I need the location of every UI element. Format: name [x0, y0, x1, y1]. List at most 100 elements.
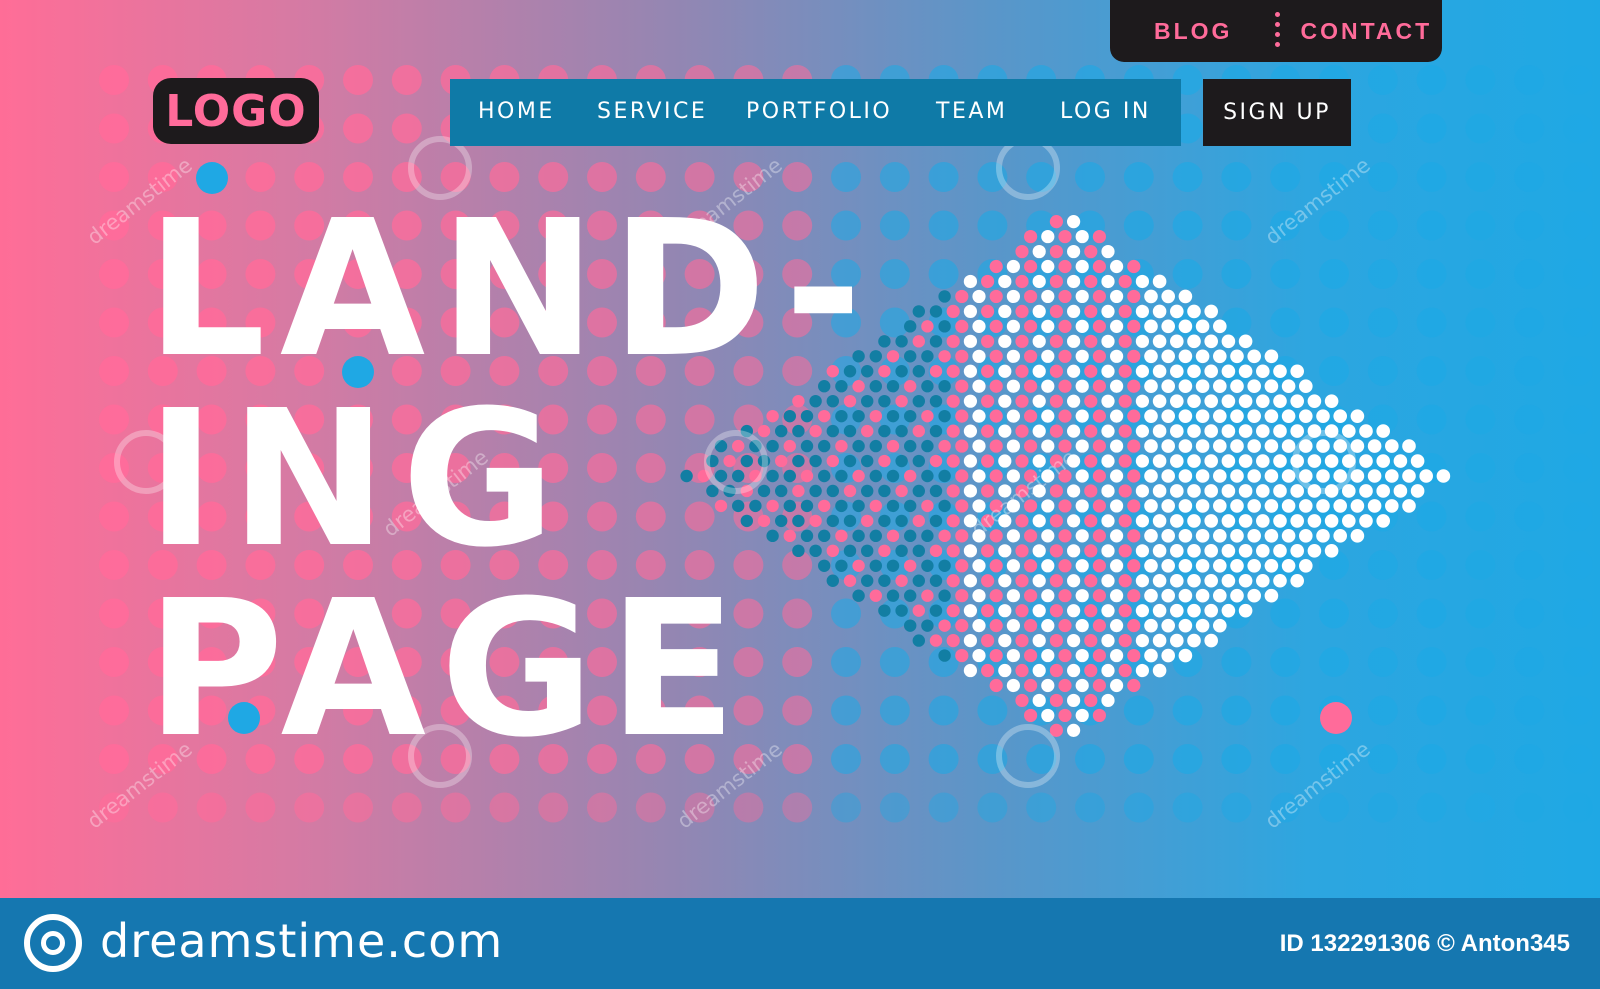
cluster-dot: [998, 634, 1012, 648]
cluster-dot: [1041, 259, 1055, 274]
cluster-dot: [955, 469, 969, 483]
cluster-dot: [1092, 708, 1106, 723]
cluster-dot: [1256, 514, 1270, 528]
cluster-dot: [972, 289, 986, 304]
background-dot: [1172, 162, 1203, 192]
cluster-dot: [1161, 648, 1175, 663]
cluster-dot: [1135, 663, 1149, 678]
cluster-dot: [1195, 319, 1210, 334]
background-dot: [99, 65, 129, 95]
cluster-dot: [1195, 588, 1210, 603]
cluster-dot: [1195, 618, 1210, 633]
cluster-dot: [1264, 349, 1279, 364]
cluster-dot: [963, 274, 978, 289]
cluster-dot: [1058, 409, 1072, 423]
cluster-dot: [904, 380, 917, 393]
cluster-dot: [1058, 648, 1072, 663]
background-dot: [196, 792, 227, 823]
cluster-dot: [749, 499, 762, 513]
cluster-dot: [878, 574, 891, 587]
logo-text: LOGO: [164, 84, 307, 138]
cluster-dot: [1118, 574, 1132, 588]
background-dot: [1416, 356, 1447, 386]
cluster-dot: [1084, 424, 1098, 438]
cluster-dot: [981, 274, 995, 289]
background-dot: [343, 65, 373, 95]
cluster-dot: [1015, 454, 1029, 468]
cluster-dot: [1324, 394, 1339, 408]
cluster-dot: [1342, 514, 1356, 528]
cluster-dot: [1118, 394, 1132, 408]
nav-item-team[interactable]: TEAM: [936, 99, 1007, 124]
cluster-dot: [1101, 424, 1115, 438]
background-dot: [1465, 210, 1496, 241]
cluster-dot: [1032, 604, 1046, 618]
cluster-dot: [1067, 634, 1081, 648]
cluster-dot: [1032, 244, 1046, 259]
background-dot: [1465, 550, 1496, 580]
background-dot: [1221, 744, 1252, 774]
cluster-dot: [1204, 424, 1218, 438]
cluster-dot: [1041, 409, 1055, 423]
cluster-dot: [989, 319, 1003, 333]
background-dot: [1514, 65, 1545, 95]
cluster-dot: [1032, 574, 1046, 588]
nav-item-home[interactable]: HOME: [478, 99, 555, 124]
cluster-dot: [792, 424, 805, 438]
nav-item-service[interactable]: SERVICE: [597, 99, 707, 124]
cluster-dot: [1178, 349, 1193, 364]
cluster-dot: [998, 574, 1012, 588]
cluster-dot: [1110, 439, 1124, 453]
cluster-dot: [783, 409, 796, 423]
cluster-dot: [955, 289, 969, 304]
cluster-dot: [1161, 558, 1175, 573]
cluster-dot: [861, 424, 874, 438]
cluster-dot: [775, 424, 788, 438]
background-dot: [1221, 259, 1252, 289]
cluster-dot: [826, 514, 839, 528]
cluster-dot: [1101, 244, 1115, 259]
cluster-dot: [1170, 334, 1184, 349]
sign-up-button[interactable]: SIGN UP: [1203, 79, 1351, 146]
site-logo[interactable]: LOGO: [153, 78, 319, 144]
background-dot: [1465, 162, 1496, 192]
cluster-dot: [1152, 334, 1167, 349]
cluster-dot: [818, 559, 831, 572]
cluster-dot: [1127, 379, 1141, 393]
cluster-dot: [1178, 588, 1193, 603]
background-dot: [928, 259, 959, 289]
cluster-dot: [989, 349, 1003, 363]
cluster-dot: [1299, 558, 1313, 573]
cluster-dot: [1230, 558, 1244, 573]
cluster-dot: [972, 379, 986, 393]
cluster-dot: [1092, 379, 1106, 393]
cluster-dot: [800, 439, 814, 453]
cluster-dot: [1092, 319, 1106, 333]
cluster-dot: [963, 334, 978, 348]
background-dot: [99, 598, 129, 629]
cluster-dot: [1195, 409, 1210, 423]
cluster-dot: [714, 499, 728, 513]
cluster-dot: [938, 439, 951, 453]
cluster-dot: [1256, 573, 1270, 588]
cluster-dot: [1092, 469, 1106, 483]
cluster-dot: [1230, 588, 1244, 603]
contact-link[interactable]: CONTACT: [1300, 18, 1432, 45]
nav-item-log-in[interactable]: LOG IN: [1060, 99, 1151, 124]
cluster-dot: [1024, 319, 1038, 333]
cluster-dot: [826, 544, 839, 558]
cluster-dot: [1247, 558, 1261, 573]
background-dot: [1514, 356, 1545, 386]
cluster-dot: [1221, 544, 1236, 558]
blog-link[interactable]: BLOG: [1154, 18, 1232, 45]
cluster-dot: [1376, 514, 1390, 528]
cluster-dot: [1161, 379, 1175, 394]
cluster-dot: [989, 409, 1003, 423]
background-dot: [879, 162, 910, 192]
cluster-dot: [886, 380, 900, 393]
landing-page-hero: dreamstime dreamstime dreamstime dreamst…: [0, 0, 1600, 898]
background-dot: [1514, 744, 1545, 774]
background-dot: [1514, 307, 1545, 338]
nav-item-portfolio[interactable]: PORTFOLIO: [746, 99, 892, 124]
cluster-dot: [1256, 424, 1270, 438]
